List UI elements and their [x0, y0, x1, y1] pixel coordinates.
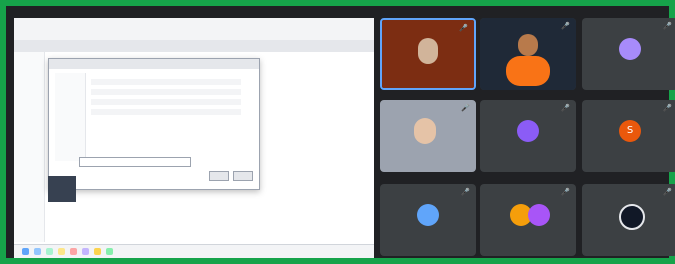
app-icon[interactable] [94, 248, 101, 255]
participant-tile[interactable]: 🎤 [480, 184, 576, 256]
thumbnail-image [48, 176, 76, 202]
dialog-cancel-button[interactable] [233, 171, 253, 181]
participant-tile[interactable]: 🎤 [380, 184, 476, 256]
participant-tile[interactable]: 🎤 [582, 184, 675, 256]
mic-icon: 🎤 [561, 104, 570, 112]
file-row[interactable] [91, 89, 241, 95]
mic-icon: 🎤 [461, 188, 470, 196]
mic-icon: 🎤 [663, 188, 672, 196]
mic-icon: 🎤 [663, 22, 672, 30]
participant-face [518, 34, 538, 56]
file-row[interactable] [91, 99, 241, 105]
participant-tile[interactable]: 🎤 [480, 100, 576, 172]
app-icon[interactable] [106, 248, 113, 255]
participant-avatar [528, 204, 550, 226]
taskview-icon[interactable] [46, 248, 53, 255]
filename-field[interactable] [79, 157, 191, 167]
app-icon[interactable] [82, 248, 89, 255]
mic-icon: 🎤 [459, 24, 468, 32]
participant-tile[interactable]: S 🎤 [582, 100, 675, 172]
mic-icon: 🎤 [663, 104, 672, 112]
dialog-ok-button[interactable] [209, 171, 229, 181]
mic-icon: 🎤 [461, 104, 470, 112]
mic-icon: 🎤 [561, 22, 570, 30]
file-row[interactable] [91, 79, 241, 85]
file-dialog [48, 58, 260, 190]
participant-body [506, 56, 550, 86]
app-ribbon [14, 40, 374, 52]
meeting-frame: 🎤 🎤 🎤 🎤 🎤 S 🎤 🎤 🎤 🎤 [0, 0, 675, 264]
participant-avatar [517, 120, 539, 142]
participant-avatar [619, 204, 645, 230]
shared-screen [14, 18, 374, 258]
participant-face [414, 118, 436, 144]
participant-tile[interactable]: 🎤 [582, 18, 675, 90]
participant-avatar [417, 204, 439, 226]
app-icon[interactable] [70, 248, 77, 255]
dialog-nav [55, 73, 86, 161]
mic-icon: 🎤 [561, 188, 570, 196]
file-row[interactable] [91, 109, 241, 115]
app-icon[interactable] [58, 248, 65, 255]
app-titlebar [14, 18, 374, 41]
participant-tile[interactable]: 🎤 [380, 100, 476, 172]
start-icon[interactable] [22, 248, 29, 255]
participant-tile[interactable]: 🎤 [480, 18, 576, 90]
dialog-titlebar [49, 59, 259, 69]
participant-tile[interactable]: 🎤 [380, 18, 476, 90]
search-icon[interactable] [34, 248, 41, 255]
taskbar [14, 244, 374, 258]
participant-avatar [619, 38, 641, 60]
participant-avatar: S [619, 120, 641, 142]
explorer-left-pane [14, 52, 45, 242]
participant-face [418, 38, 438, 64]
